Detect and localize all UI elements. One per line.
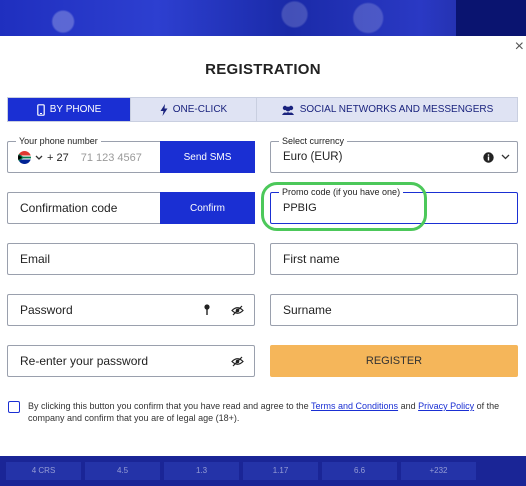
background-cell: 4.5 [85, 462, 160, 480]
chevron-down-icon[interactable] [35, 155, 43, 161]
confirm-button[interactable]: Confirm [160, 192, 255, 224]
phone-label: Your phone number [16, 135, 101, 147]
tab-one-click[interactable]: ONE-CLICK [131, 98, 257, 121]
eye-slash-icon[interactable] [231, 356, 244, 367]
registration-modal: × REGISTRATION BY PHONE ONE-CLICK SOCIAL… [0, 36, 526, 456]
first-name-field[interactable]: First name [270, 243, 518, 275]
background-odds-row: 4 CRS 4.5 1.3 1.17 6.6 +232 [0, 462, 476, 480]
south-africa-flag-icon[interactable] [18, 151, 31, 164]
phone-field[interactable]: Your phone number + 27 71 123 4567 Send … [7, 135, 255, 173]
surname-field[interactable]: Surname [270, 294, 518, 326]
lightning-icon [160, 103, 168, 116]
terms-text-and: and [398, 401, 419, 411]
password-field[interactable]: Password [7, 294, 255, 326]
terms-and-conditions-link[interactable]: Terms and Conditions [311, 401, 398, 411]
country-code: + 27 [47, 151, 69, 164]
key-icon[interactable] [204, 304, 210, 316]
surname-input[interactable]: Surname [283, 295, 332, 325]
email-input[interactable]: Email [20, 244, 50, 274]
background-top [0, 0, 526, 36]
registration-tabs: BY PHONE ONE-CLICK SOCIAL NETWORKS AND M… [7, 97, 518, 122]
re-enter-password-field[interactable]: Re-enter your password [7, 345, 255, 377]
promo-code-input[interactable]: PPBIG [283, 193, 317, 223]
tab-social-networks[interactable]: SOCIAL NETWORKS AND MESSENGERS [257, 98, 517, 121]
privacy-policy-link[interactable]: Privacy Policy [418, 401, 474, 411]
confirmation-code-field[interactable]: Confirmation code Confirm [7, 192, 255, 224]
phone-input[interactable]: 71 123 4567 [81, 152, 142, 164]
tab-label: ONE-CLICK [172, 104, 228, 115]
first-name-input[interactable]: First name [283, 244, 340, 274]
phone-row: + 27 71 123 4567 [18, 151, 142, 164]
confirmation-code-input[interactable]: Confirmation code [20, 193, 117, 223]
background-cell: 6.6 [322, 462, 397, 480]
send-sms-button[interactable]: Send SMS [160, 141, 255, 173]
register-button[interactable]: REGISTER [270, 345, 518, 377]
terms-checkbox[interactable] [8, 401, 20, 413]
tab-label: SOCIAL NETWORKS AND MESSENGERS [299, 104, 494, 115]
close-icon[interactable]: × [515, 38, 524, 56]
email-field[interactable]: Email [7, 243, 255, 275]
terms-text: By clicking this button you confirm that… [28, 400, 518, 424]
terms-text-before: By clicking this button you confirm that… [28, 401, 312, 411]
promo-code-field[interactable]: Promo code (if you have one) PPBIG [270, 186, 518, 224]
background-cell: 1.17 [243, 462, 318, 480]
tab-by-phone[interactable]: BY PHONE [8, 98, 131, 121]
eye-slash-icon[interactable] [231, 305, 244, 316]
currency-select[interactable]: Select currency Euro (EUR) [270, 135, 518, 173]
tab-label: BY PHONE [49, 104, 102, 115]
chevron-down-icon[interactable] [501, 154, 510, 160]
background-cell: 1.3 [164, 462, 239, 480]
background-cell: 4 CRS [6, 462, 81, 480]
phone-icon [36, 103, 45, 116]
background-cell: +232 [401, 462, 476, 480]
re-enter-password-input[interactable]: Re-enter your password [20, 346, 148, 376]
users-icon [281, 105, 294, 115]
modal-title: REGISTRATION [205, 61, 321, 78]
info-icon[interactable] [483, 152, 494, 163]
password-input[interactable]: Password [20, 295, 73, 325]
currency-value: Euro (EUR) [283, 151, 343, 163]
